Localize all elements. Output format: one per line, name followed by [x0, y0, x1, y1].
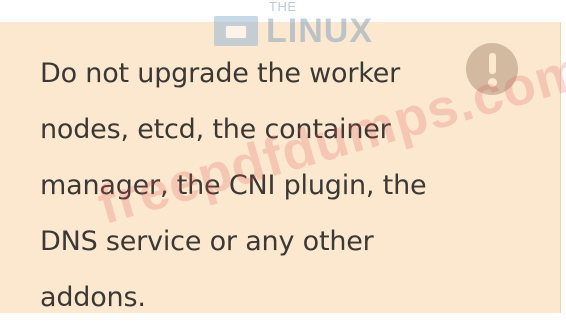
warning-message: Do not upgrade the worker nodes, etcd, t… [40, 46, 480, 326]
warning-message-line: addons. [40, 282, 146, 313]
screenshot-crop: Do not upgrade the worker nodes, etcd, t… [0, 0, 566, 329]
logo-small-text: THE [269, 0, 297, 14]
warning-exclamation-icon [466, 43, 518, 95]
warning-message-line: DNS service or any other [40, 226, 374, 257]
warning-message-line: nodes, etcd, the container [40, 114, 391, 145]
warning-message-line: manager, the CNI plugin, the [40, 170, 427, 201]
warning-message-line: Do not upgrade the worker [40, 58, 401, 89]
warning-callout: Do not upgrade the worker nodes, etcd, t… [0, 22, 561, 313]
